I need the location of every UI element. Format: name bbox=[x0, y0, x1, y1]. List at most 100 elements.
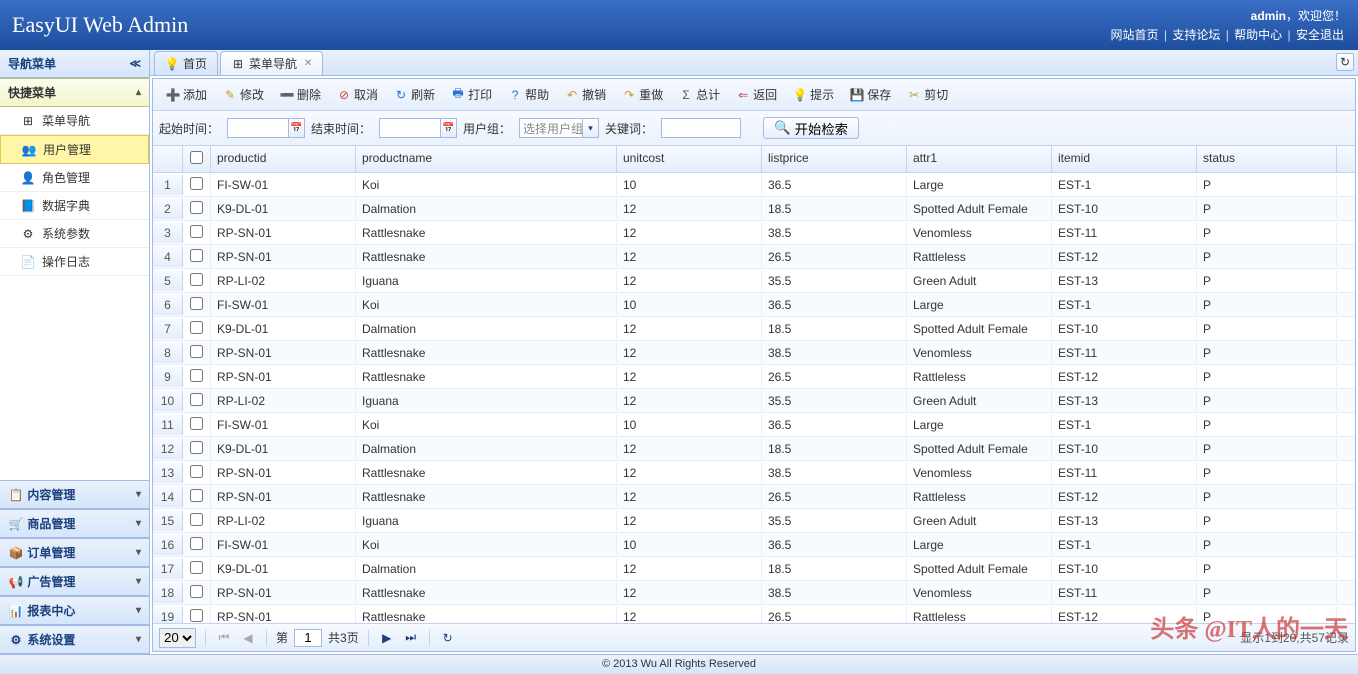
table-row[interactable]: 12K9-DL-01Dalmation1218.5Spotted Adult F… bbox=[153, 437, 1355, 461]
row-check-cell[interactable] bbox=[183, 558, 211, 580]
header-link[interactable]: 帮助中心 bbox=[1234, 28, 1282, 42]
row-checkbox[interactable] bbox=[190, 345, 203, 358]
menu-item[interactable]: ⚙系统参数 bbox=[0, 220, 149, 248]
menu-item[interactable]: 👤角色管理 bbox=[0, 164, 149, 192]
撤销-button[interactable]: ↶撤销 bbox=[558, 83, 613, 106]
row-checkbox[interactable] bbox=[190, 273, 203, 286]
row-check-cell[interactable] bbox=[183, 606, 211, 624]
table-row[interactable]: 1FI-SW-01Koi1036.5LargeEST-1P bbox=[153, 173, 1355, 197]
accordion-header[interactable]: 📊 报表中心▾ bbox=[0, 596, 149, 625]
row-check-cell[interactable] bbox=[183, 318, 211, 340]
table-row[interactable]: 17K9-DL-01Dalmation1218.5Spotted Adult F… bbox=[153, 557, 1355, 581]
sidebar-collapse-button[interactable]: ≪ bbox=[129, 57, 141, 70]
table-row[interactable]: 7K9-DL-01Dalmation1218.5Spotted Adult Fe… bbox=[153, 317, 1355, 341]
table-row[interactable]: 13RP-SN-01Rattlesnake1238.5VenomlessEST-… bbox=[153, 461, 1355, 485]
row-check-cell[interactable] bbox=[183, 438, 211, 460]
row-checkbox[interactable] bbox=[190, 177, 203, 190]
page-size-select[interactable]: 20 bbox=[159, 628, 196, 648]
row-checkbox[interactable] bbox=[190, 537, 203, 550]
accordion-header[interactable]: 🛒 商品管理▾ bbox=[0, 509, 149, 538]
last-page-button[interactable]: ⏭ bbox=[402, 629, 420, 647]
row-check-cell[interactable] bbox=[183, 294, 211, 316]
打印-button[interactable]: 🖶打印 bbox=[444, 83, 499, 106]
table-row[interactable]: 6FI-SW-01Koi1036.5LargeEST-1P bbox=[153, 293, 1355, 317]
table-row[interactable]: 11FI-SW-01Koi1036.5LargeEST-1P bbox=[153, 413, 1355, 437]
帮助-button[interactable]: ?帮助 bbox=[501, 83, 556, 106]
返回-button[interactable]: ⇐返回 bbox=[729, 83, 784, 106]
first-page-button[interactable]: ⏮ bbox=[215, 629, 233, 647]
row-check-cell[interactable] bbox=[183, 486, 211, 508]
table-row[interactable]: 14RP-SN-01Rattlesnake1226.5RattlelessEST… bbox=[153, 485, 1355, 509]
row-check-cell[interactable] bbox=[183, 414, 211, 436]
table-row[interactable]: 10RP-LI-02Iguana1235.5Green AdultEST-13P bbox=[153, 389, 1355, 413]
accordion-header[interactable]: ⚙ 系统设置▾ bbox=[0, 625, 149, 654]
row-checkbox[interactable] bbox=[190, 297, 203, 310]
剪切-button[interactable]: ✂剪切 bbox=[900, 83, 955, 106]
chevron-down-icon[interactable]: ▾ bbox=[582, 119, 598, 137]
column-header-status[interactable]: status bbox=[1197, 146, 1337, 172]
menu-item[interactable]: 👥用户管理 bbox=[0, 135, 149, 164]
table-row[interactable]: 3RP-SN-01Rattlesnake1238.5VenomlessEST-1… bbox=[153, 221, 1355, 245]
row-checkbox[interactable] bbox=[190, 489, 203, 502]
column-header-attr1[interactable]: attr1 bbox=[907, 146, 1052, 172]
提示-button[interactable]: 💡提示 bbox=[786, 83, 841, 106]
keyword-input[interactable] bbox=[661, 118, 741, 138]
search-button[interactable]: 🔍开始检索 bbox=[763, 117, 859, 139]
row-checkbox[interactable] bbox=[190, 585, 203, 598]
table-row[interactable]: 18RP-SN-01Rattlesnake1238.5VenomlessEST-… bbox=[153, 581, 1355, 605]
header-link[interactable]: 支持论坛 bbox=[1172, 28, 1220, 42]
table-row[interactable]: 15RP-LI-02Iguana1235.5Green AdultEST-13P bbox=[153, 509, 1355, 533]
row-check-cell[interactable] bbox=[183, 510, 211, 532]
row-checkbox[interactable] bbox=[190, 513, 203, 526]
总计-button[interactable]: Σ总计 bbox=[672, 83, 727, 106]
table-row[interactable]: 9RP-SN-01Rattlesnake1226.5RattlelessEST-… bbox=[153, 365, 1355, 389]
accordion-header[interactable]: 📋 内容管理▾ bbox=[0, 480, 149, 509]
group-select[interactable]: 选择用户组▾ bbox=[519, 118, 599, 138]
row-checkbox[interactable] bbox=[190, 441, 203, 454]
close-icon[interactable]: ✕ bbox=[304, 58, 312, 69]
刷新-button[interactable]: ↻刷新 bbox=[387, 83, 442, 106]
menu-item[interactable]: 📘数据字典 bbox=[0, 192, 149, 220]
row-check-cell[interactable] bbox=[183, 462, 211, 484]
row-check-cell[interactable] bbox=[183, 342, 211, 364]
row-checkbox[interactable] bbox=[190, 393, 203, 406]
取消-button[interactable]: ⊘取消 bbox=[330, 83, 385, 106]
row-checkbox[interactable] bbox=[190, 369, 203, 382]
prev-page-button[interactable]: ◀ bbox=[239, 629, 257, 647]
tabs-refresh-button[interactable]: ↻ bbox=[1336, 53, 1354, 71]
calendar-icon[interactable]: 📅 bbox=[288, 119, 304, 137]
accordion-header[interactable]: 快捷菜单▴ bbox=[0, 78, 149, 107]
table-row[interactable]: 2K9-DL-01Dalmation1218.5Spotted Adult Fe… bbox=[153, 197, 1355, 221]
row-checkbox[interactable] bbox=[190, 561, 203, 574]
next-page-button[interactable]: ▶ bbox=[378, 629, 396, 647]
重做-button[interactable]: ↷重做 bbox=[615, 83, 670, 106]
checkall-header[interactable] bbox=[183, 146, 211, 172]
row-checkbox[interactable] bbox=[190, 609, 203, 622]
accordion-header[interactable]: 📦 订单管理▾ bbox=[0, 538, 149, 567]
calendar-icon[interactable]: 📅 bbox=[440, 119, 456, 137]
修改-button[interactable]: ✎修改 bbox=[216, 83, 271, 106]
row-check-cell[interactable] bbox=[183, 366, 211, 388]
删除-button[interactable]: ➖删除 bbox=[273, 83, 328, 106]
row-checkbox[interactable] bbox=[190, 201, 203, 214]
row-checkbox[interactable] bbox=[190, 249, 203, 262]
row-check-cell[interactable] bbox=[183, 174, 211, 196]
header-link[interactable]: 安全退出 bbox=[1296, 28, 1344, 42]
menu-item[interactable]: 📄操作日志 bbox=[0, 248, 149, 276]
保存-button[interactable]: 💾保存 bbox=[843, 83, 898, 106]
添加-button[interactable]: ➕添加 bbox=[159, 83, 214, 106]
row-checkbox[interactable] bbox=[190, 225, 203, 238]
column-header-productname[interactable]: productname bbox=[356, 146, 617, 172]
grid-body[interactable]: 1FI-SW-01Koi1036.5LargeEST-1P2K9-DL-01Da… bbox=[153, 173, 1355, 623]
table-row[interactable]: 8RP-SN-01Rattlesnake1238.5VenomlessEST-1… bbox=[153, 341, 1355, 365]
header-link[interactable]: 网站首页 bbox=[1111, 28, 1159, 42]
tab[interactable]: ⊞菜单导航✕ bbox=[220, 51, 323, 75]
row-check-cell[interactable] bbox=[183, 246, 211, 268]
row-checkbox[interactable] bbox=[190, 321, 203, 334]
table-row[interactable]: 4RP-SN-01Rattlesnake1226.5RattlelessEST-… bbox=[153, 245, 1355, 269]
row-check-cell[interactable] bbox=[183, 222, 211, 244]
table-row[interactable]: 19RP-SN-01Rattlesnake1226.5RattlelessEST… bbox=[153, 605, 1355, 623]
column-header-unitcost[interactable]: unitcost bbox=[617, 146, 762, 172]
column-header-productid[interactable]: productid bbox=[211, 146, 356, 172]
pager-refresh-button[interactable]: ↻ bbox=[439, 629, 457, 647]
